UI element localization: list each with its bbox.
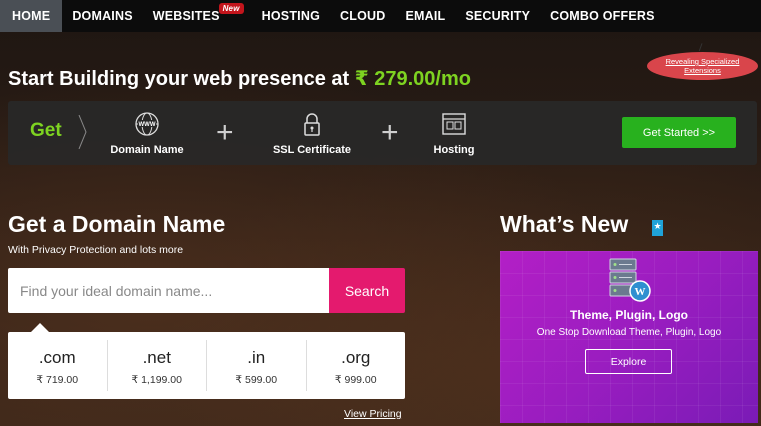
nav-security[interactable]: SECURITY — [455, 0, 540, 32]
svg-text:W: W — [635, 286, 646, 298]
nav-hosting[interactable]: HOSTING — [252, 0, 330, 32]
tld-price: ₹ 1,199.00 — [131, 374, 182, 386]
ribbon-label: Revealing Specialized Extensions — [665, 57, 740, 75]
tld-item-in[interactable]: .in ₹ 599.00 — [207, 340, 307, 391]
nav-domains[interactable]: DOMAINS — [62, 0, 142, 32]
bundle-domain-label: Domain Name — [110, 144, 184, 156]
bundle-domain-name: WWW Domain Name — [106, 111, 188, 158]
server-wordpress-icon: W — [609, 258, 651, 302]
top-nav: HOME DOMAINS WEBSITES New HOSTING CLOUD … — [0, 0, 761, 32]
nav-websites[interactable]: WEBSITES New — [143, 0, 244, 32]
explore-button[interactable]: Explore — [585, 349, 672, 374]
tld-price-list: .com ₹ 719.00 .net ₹ 1,199.00 .in ₹ 599.… — [8, 332, 405, 399]
nav-home[interactable]: HOME — [0, 0, 63, 32]
star-bookmark-icon: ★ — [652, 220, 663, 236]
domain-section-title: Get a Domain Name — [8, 211, 226, 237]
plus-icon: + — [216, 116, 234, 149]
hosting-window-icon — [442, 113, 466, 135]
nav-email[interactable]: EMAIL — [395, 0, 455, 32]
get-started-button[interactable]: Get Started >> — [622, 117, 736, 148]
bundle-get-label: Get — [30, 120, 62, 141]
nav-cloud[interactable]: CLOUD — [330, 0, 395, 32]
specialized-extensions-ribbon[interactable]: Revealing Specialized Extensions — [647, 52, 758, 80]
nav-combo-offers[interactable]: COMBO OFFERS — [540, 0, 664, 32]
chevron-divider-icon — [78, 115, 87, 149]
view-pricing-link[interactable]: View Pricing — [344, 408, 402, 420]
domain-section-subtitle: With Privacy Protection and lots more — [8, 244, 184, 256]
svg-text:WWW: WWW — [139, 122, 156, 128]
promo-subtitle: One Stop Download Theme, Plugin, Logo — [536, 327, 722, 338]
plus-icon: + — [381, 116, 399, 149]
tld-item-com[interactable]: .com ₹ 719.00 — [8, 340, 108, 391]
new-badge: New — [218, 3, 244, 14]
promo-title: Theme, Plugin, Logo — [570, 308, 688, 322]
tld-item-net[interactable]: .net ₹ 1,199.00 — [108, 340, 207, 391]
bundle-hosting: Hosting — [426, 111, 482, 158]
www-globe-icon: WWW — [135, 112, 159, 136]
tld-price: ₹ 719.00 — [36, 374, 79, 386]
headline-price: 279.00/mo — [368, 68, 471, 90]
tld-item-org[interactable]: .org ₹ 999.00 — [307, 340, 406, 391]
tld-extension: .org — [341, 348, 371, 367]
bundle-hosting-label: Hosting — [433, 144, 475, 156]
tld-extension: .in — [247, 348, 266, 367]
tld-price: ₹ 599.00 — [235, 374, 278, 386]
promo-headline: Start Building your web presence at ₹ 27… — [8, 68, 471, 90]
domain-search-button[interactable]: Search — [329, 268, 405, 313]
bundle-bar: Get WWW Domain Name + SSL Certificate + — [8, 101, 757, 165]
tld-price: ₹ 999.00 — [334, 374, 377, 386]
bundle-ssl-label: SSL Certificate — [272, 144, 352, 156]
whats-new-promo-card: W Theme, Plugin, Logo One Stop Download … — [500, 251, 758, 423]
headline-currency: ₹ — [354, 68, 369, 90]
tld-extension: .net — [142, 348, 171, 367]
whats-new-title: What’s New — [500, 211, 629, 237]
bundle-ssl: SSL Certificate — [266, 111, 358, 158]
tld-extension: .com — [38, 348, 76, 367]
domain-search-input[interactable] — [8, 268, 329, 313]
padlock-icon — [304, 113, 320, 136]
